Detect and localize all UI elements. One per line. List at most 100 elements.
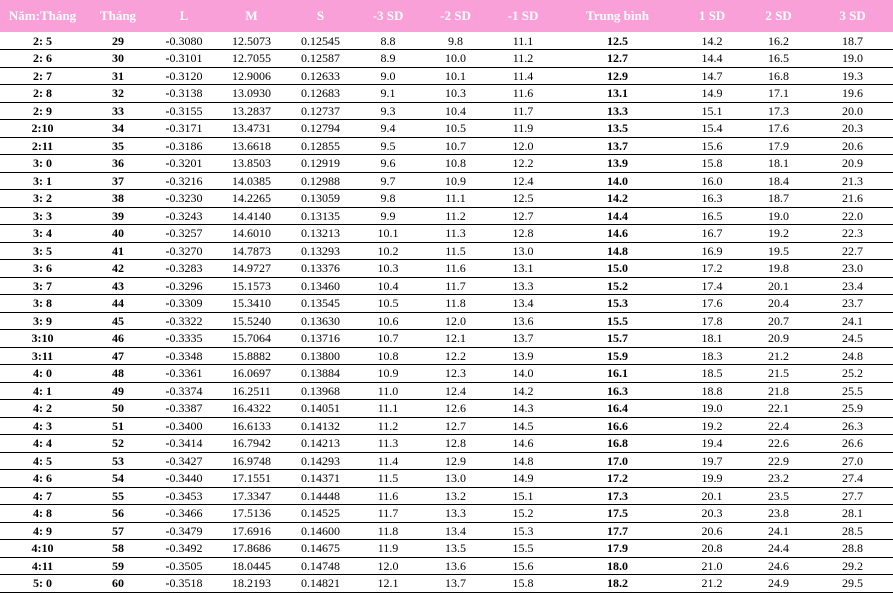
plus3sd-cell: 21.3 — [812, 172, 893, 190]
minus2sd-cell: 13.0 — [421, 469, 490, 488]
header-minus1sd: -1 SD — [490, 0, 556, 32]
minus1sd-cell: 12.8 — [490, 224, 556, 243]
minus2sd-cell: 12.6 — [421, 399, 490, 418]
table-row: 4: 4 52 -0.3414 16.7942 0.14213 11.3 12.8 14.6 1… — [0, 434, 893, 453]
l-value: 0.3466 — [169, 506, 203, 521]
plus1sd-cell: 16.3 — [679, 189, 745, 208]
header-l: L — [151, 0, 217, 32]
median-cell: 17.7 — [556, 522, 679, 540]
plus1sd-cell: 21.0 — [679, 557, 745, 575]
age-cell: 2: 6 — [0, 49, 85, 68]
minus1sd-cell: 15.3 — [490, 522, 556, 540]
l-cell: -0.3296 — [151, 277, 217, 295]
age-cell: 3: 6 — [0, 259, 85, 278]
table-row: 5: 0 60 -0.3518 18.2193 0.14821 12.1 13.7 15.8 1… — [0, 574, 893, 593]
month-cell: 46 — [85, 329, 151, 348]
minus1sd-cell: 13.7 — [490, 329, 556, 348]
month-cell: 45 — [85, 312, 151, 330]
l-cell: -0.3518 — [151, 574, 217, 593]
plus3sd-cell: 20.3 — [812, 119, 893, 138]
minus2sd-cell: 13.2 — [421, 487, 490, 505]
table-row: 3: 9 45 -0.3322 15.5240 0.13630 10.6 12.0 13.6 1… — [0, 312, 893, 330]
plus3sd-cell: 20.9 — [812, 154, 893, 173]
l-cell: -0.3335 — [151, 329, 217, 348]
minus2sd-cell: 13.4 — [421, 522, 490, 540]
minus3sd-cell: 9.6 — [355, 154, 421, 173]
m-cell: 16.2511 — [217, 382, 286, 400]
m-cell: 12.9006 — [217, 67, 286, 85]
minus1sd-cell: 12.7 — [490, 207, 556, 225]
median-cell: 15.2 — [556, 277, 679, 295]
plus1sd-cell: 16.0 — [679, 172, 745, 190]
month-cell: 57 — [85, 522, 151, 540]
l-value: 0.3201 — [169, 156, 203, 171]
l-value: 0.3101 — [169, 51, 203, 66]
minus3sd-cell: 11.6 — [355, 487, 421, 505]
m-cell: 12.5073 — [217, 32, 286, 50]
age-cell: 3:11 — [0, 347, 85, 365]
age-cell: 4: 6 — [0, 469, 85, 488]
s-cell: 0.14448 — [286, 487, 355, 505]
l-value: 0.3335 — [169, 331, 203, 346]
minus2sd-cell: 11.8 — [421, 294, 490, 313]
table-row: 4: 6 54 -0.3440 17.1551 0.14371 11.5 13.0 14.9 1… — [0, 469, 893, 488]
l-cell: -0.3230 — [151, 189, 217, 208]
l-cell: -0.3479 — [151, 522, 217, 540]
m-cell: 15.8882 — [217, 347, 286, 365]
header-s: S — [286, 0, 355, 32]
plus2sd-cell: 16.8 — [745, 67, 812, 85]
l-value: 0.3440 — [169, 471, 203, 486]
m-cell: 16.6133 — [217, 417, 286, 435]
table-row: 3: 5 41 -0.3270 14.7873 0.13293 10.2 11.5 13.0 1… — [0, 242, 893, 260]
median-cell: 14.8 — [556, 242, 679, 260]
plus2sd-cell: 18.7 — [745, 189, 812, 208]
plus1sd-cell: 19.7 — [679, 452, 745, 470]
minus2sd-cell: 12.0 — [421, 312, 490, 330]
s-cell: 0.13376 — [286, 259, 355, 278]
header-row: Năm:Tháng Tháng L M S -3 SD -2 SD -1 SD … — [0, 0, 893, 32]
minus3sd-cell: 11.8 — [355, 522, 421, 540]
plus2sd-cell: 24.6 — [745, 557, 812, 575]
plus1sd-cell: 20.6 — [679, 522, 745, 540]
l-cell: -0.3216 — [151, 172, 217, 190]
s-cell: 0.12794 — [286, 119, 355, 138]
median-cell: 17.5 — [556, 504, 679, 523]
plus3sd-cell: 25.2 — [812, 364, 893, 383]
minus2sd-cell: 11.7 — [421, 277, 490, 295]
minus1sd-cell: 11.4 — [490, 67, 556, 85]
plus2sd-cell: 19.0 — [745, 207, 812, 225]
plus2sd-cell: 23.2 — [745, 469, 812, 488]
m-cell: 17.6916 — [217, 522, 286, 540]
header-age: Năm:Tháng — [0, 0, 85, 32]
plus1sd-cell: 15.6 — [679, 137, 745, 155]
l-cell: -0.3453 — [151, 487, 217, 505]
minus3sd-cell: 10.9 — [355, 364, 421, 383]
l-value: 0.3283 — [169, 261, 203, 276]
age-cell: 4: 7 — [0, 487, 85, 505]
month-cell: 48 — [85, 364, 151, 383]
minus1sd-cell: 13.6 — [490, 312, 556, 330]
table-row: 4: 9 57 -0.3479 17.6916 0.14600 11.8 13.4 15.3 1… — [0, 522, 893, 540]
l-value: 0.3296 — [169, 278, 203, 293]
plus2sd-cell: 17.1 — [745, 84, 812, 103]
month-cell: 36 — [85, 154, 151, 173]
m-cell: 14.0385 — [217, 172, 286, 190]
minus3sd-cell: 9.3 — [355, 102, 421, 120]
age-cell: 2: 8 — [0, 84, 85, 103]
l-cell: -0.3466 — [151, 504, 217, 523]
s-cell: 0.14675 — [286, 539, 355, 558]
age-cell: 4: 3 — [0, 417, 85, 435]
plus3sd-cell: 28.8 — [812, 539, 893, 558]
m-cell: 18.0445 — [217, 557, 286, 575]
median-cell: 16.8 — [556, 434, 679, 453]
s-cell: 0.14525 — [286, 504, 355, 523]
l-cell: -0.3138 — [151, 84, 217, 103]
minus1sd-cell: 13.3 — [490, 277, 556, 295]
s-cell: 0.13884 — [286, 364, 355, 383]
l-cell: -0.3309 — [151, 294, 217, 313]
age-cell: 3: 4 — [0, 224, 85, 243]
header-plus2sd: 2 SD — [745, 0, 812, 32]
age-cell: 4: 9 — [0, 522, 85, 540]
table-row: 3:11 47 -0.3348 15.8882 0.13800 10.8 12.2 13.9 1… — [0, 347, 893, 365]
plus3sd-cell: 29.5 — [812, 574, 893, 593]
